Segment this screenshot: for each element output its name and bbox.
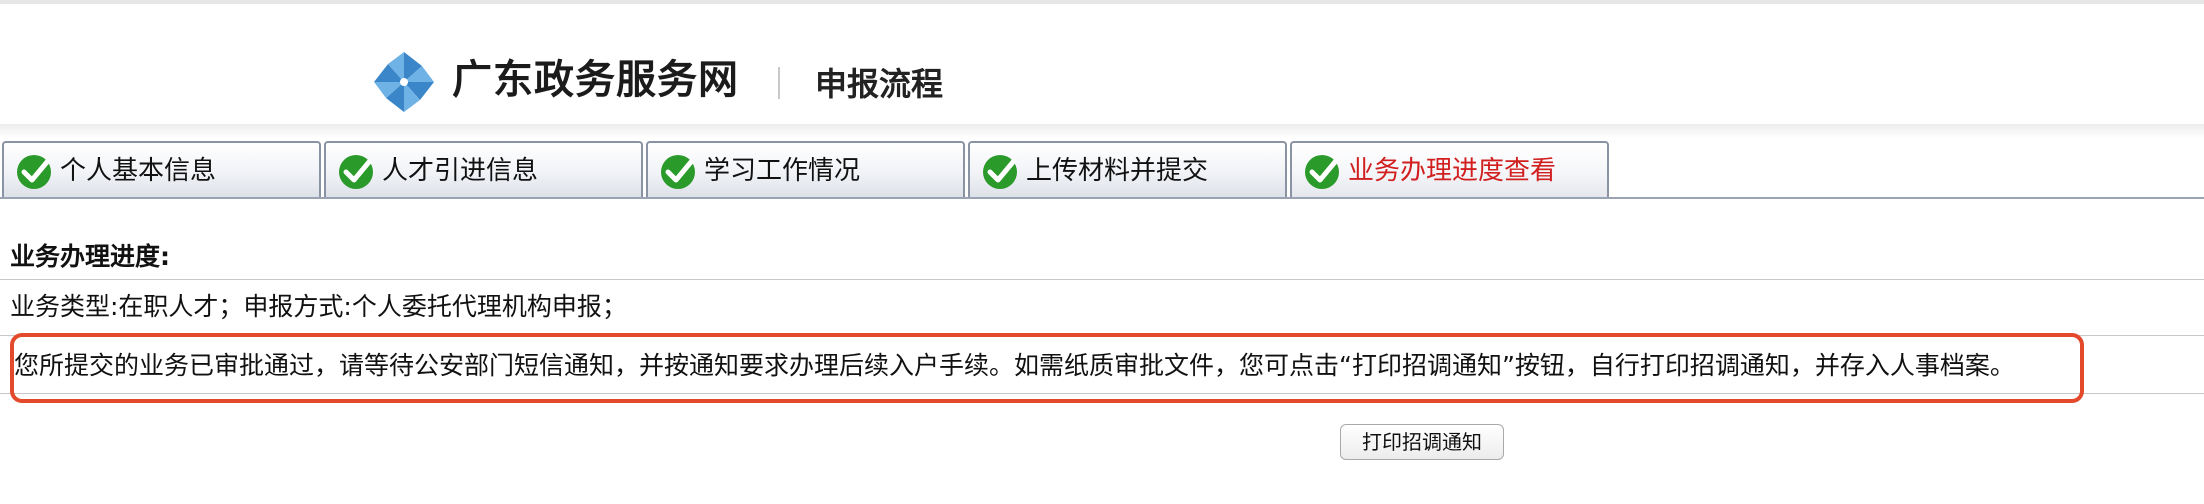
pinwheel-logo-icon [374, 52, 434, 112]
page-subtitle: 申报流程 [815, 65, 944, 103]
tab-label: 人才引进信息 [382, 156, 539, 186]
print-notice-button[interactable]: 打印招调通知 [1340, 424, 1504, 460]
business-info: 业务类型:在职人才；申报方式:个人委托代理机构申报； [10, 292, 627, 321]
tab-talent-intro[interactable]: 人才引进信息 [324, 141, 643, 197]
progress-section-title: 业务办理进度: [10, 242, 170, 271]
tab-baseline [0, 197, 2204, 199]
check-circle-icon [983, 155, 1017, 189]
tab-label: 个人基本信息 [60, 156, 217, 186]
tab-upload-submit[interactable]: 上传材料并提交 [968, 141, 1287, 197]
tab-study-work[interactable]: 学习工作情况 [646, 141, 965, 197]
tab-label: 学习工作情况 [704, 156, 861, 186]
check-circle-icon [661, 155, 695, 189]
tab-label: 业务办理进度查看 [1348, 156, 1557, 186]
tab-progress-view[interactable]: 业务办理进度查看 [1290, 141, 1609, 197]
site-header: 广东政务服务网 申报流程 [0, 4, 2204, 124]
tab-personal-info[interactable]: 个人基本信息 [2, 141, 321, 197]
step-tabs: 个人基本信息 人才引进信息 学习工作情况 上传材料并提交 业务办理进度查看 [0, 141, 2204, 201]
status-highlight-box [10, 333, 2084, 403]
header-divider [778, 67, 780, 99]
site-name: 广东政务服务网 [452, 57, 739, 103]
header-shadow [0, 124, 2204, 138]
check-circle-icon [339, 155, 373, 189]
tab-label: 上传材料并提交 [1026, 156, 1209, 186]
divider [0, 279, 2204, 280]
check-circle-icon [17, 155, 51, 189]
check-circle-icon [1305, 155, 1339, 189]
